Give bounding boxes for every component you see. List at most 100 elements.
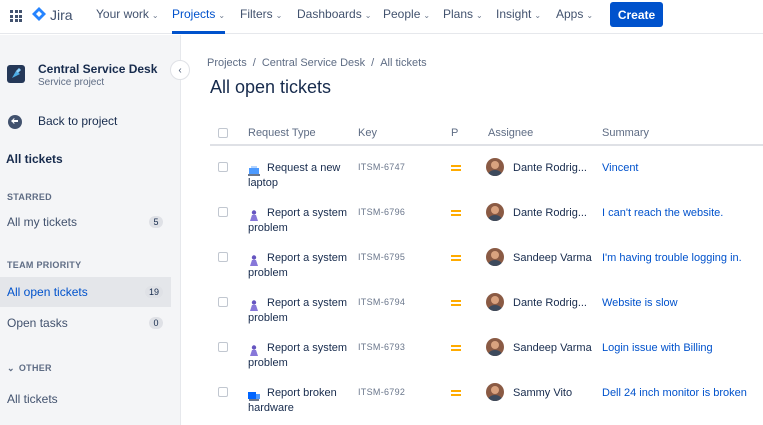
avatar <box>486 293 504 311</box>
row-checkbox[interactable] <box>218 252 228 262</box>
sidebar-item-label: All tickets <box>7 392 58 406</box>
assignee-name: Sandeep Varma <box>513 342 592 354</box>
summary-link[interactable]: Website is slow <box>602 297 678 309</box>
avatar <box>486 203 504 221</box>
assignee-name: Dante Rodrig... <box>513 297 587 309</box>
priority-medium-icon <box>451 345 461 351</box>
nav-label: Projects <box>172 7 216 21</box>
row-checkbox[interactable] <box>218 387 228 397</box>
sidebar-item-label: All my tickets <box>7 215 78 229</box>
column-request-type[interactable]: Request Type <box>248 127 316 139</box>
breadcrumb-projects[interactable]: Projects <box>207 57 247 69</box>
breadcrumb-separator: / <box>371 57 375 69</box>
avatar <box>486 248 504 266</box>
nav-projects[interactable]: Projects ⌄ <box>172 0 226 34</box>
count-badge: 19 <box>144 286 163 298</box>
column-priority[interactable]: P <box>451 127 458 139</box>
sidebar-item-open-tasks[interactable]: Open tasks 0 <box>0 308 171 338</box>
issue-key[interactable]: ITSM-6796 <box>358 207 405 217</box>
table-row[interactable]: Request a new laptop ITSM-6747 Dante Rod… <box>210 158 763 205</box>
nav-filters[interactable]: Filters ⌄ <box>240 0 282 34</box>
priority-medium-icon <box>451 210 461 216</box>
back-arrow-icon <box>8 115 22 129</box>
jira-logo-icon <box>32 7 46 21</box>
top-navigation: Jira Your work ⌄ Projects ⌄ Filters ⌄ Dashb… <box>0 0 763 34</box>
summary-link[interactable]: Dell 24 inch monitor is broken <box>602 387 747 399</box>
count-badge: 0 <box>149 317 163 329</box>
sidebar: Central Service Desk Service project Bac… <box>0 35 181 425</box>
row-checkbox[interactable] <box>218 342 228 352</box>
issue-key[interactable]: ITSM-6747 <box>358 162 405 172</box>
sidebar-item-all-tickets[interactable]: All tickets <box>0 384 171 414</box>
issue-key[interactable]: ITSM-6795 <box>358 252 405 262</box>
section-label: OTHER <box>18 363 52 373</box>
section-other[interactable]: ⌄ OTHER <box>7 363 52 374</box>
breadcrumb-project[interactable]: Central Service Desk <box>262 57 365 69</box>
chevron-down-icon: ⌄ <box>423 11 431 20</box>
table-row[interactable]: Report a system problem ITSM-6795 Sandee… <box>210 248 763 295</box>
logo-text: Jira <box>50 7 73 23</box>
nav-label: Apps <box>556 7 584 21</box>
nav-label: Plans <box>443 7 474 21</box>
priority-medium-icon <box>451 390 461 396</box>
issue-key[interactable]: ITSM-6794 <box>358 297 405 307</box>
sidebar-item-label: Open tasks <box>7 316 68 330</box>
chevron-down-icon: ⌄ <box>7 363 15 373</box>
nav-dashboards[interactable]: Dashboards ⌄ <box>297 0 371 34</box>
column-assignee[interactable]: Assignee <box>488 127 533 139</box>
nav-plans[interactable]: Plans ⌄ <box>443 0 483 34</box>
chevron-down-icon: ⌄ <box>586 11 594 20</box>
table-row[interactable]: Report a system problem ITSM-6796 Dante … <box>210 203 763 250</box>
nav-insight[interactable]: Insight ⌄ <box>496 0 541 34</box>
assignee-name: Dante Rodrig... <box>513 162 587 174</box>
row-checkbox[interactable] <box>218 207 228 217</box>
table-header: Request Type Key P Assignee Summary <box>210 120 763 146</box>
breadcrumb-current[interactable]: All tickets <box>380 57 426 69</box>
create-button[interactable]: Create <box>610 2 663 27</box>
table-row[interactable]: Report a system problem ITSM-6793 Sandee… <box>210 338 763 385</box>
avatar <box>486 383 504 401</box>
nav-people[interactable]: People ⌄ <box>383 0 430 34</box>
assignee-name: Sammy Vito <box>513 387 573 399</box>
chevron-down-icon: ⌄ <box>476 11 483 20</box>
chevron-down-icon: ⌄ <box>275 11 283 20</box>
chevron-left-icon: ‹ <box>178 64 182 76</box>
section-starred: STARRED <box>7 192 52 202</box>
column-summary[interactable]: Summary <box>602 127 649 139</box>
nav-label: Filters <box>240 7 273 21</box>
sidebar-item-label: All open tickets <box>7 285 88 299</box>
assignee-name: Sandeep Varma <box>513 252 592 264</box>
request-type: Report a system problem <box>248 252 348 279</box>
breadcrumb-separator: / <box>252 57 256 69</box>
issue-key[interactable]: ITSM-6792 <box>358 387 405 397</box>
project-type: Service project <box>38 77 105 88</box>
request-type: Report a system problem <box>248 207 348 234</box>
summary-link[interactable]: Login issue with Billing <box>602 342 713 354</box>
nav-apps[interactable]: Apps ⌄ <box>556 0 593 34</box>
select-all-checkbox[interactable] <box>218 128 228 138</box>
summary-link[interactable]: I can't reach the website. <box>602 207 723 219</box>
issue-key[interactable]: ITSM-6793 <box>358 342 405 352</box>
nav-your-work[interactable]: Your work ⌄ <box>96 0 159 34</box>
jira-logo[interactable]: Jira <box>32 7 73 23</box>
column-key[interactable]: Key <box>358 127 377 139</box>
project-avatar-icon <box>7 65 25 83</box>
row-checkbox[interactable] <box>218 162 228 172</box>
row-checkbox[interactable] <box>218 297 228 307</box>
collapse-sidebar-button[interactable]: ‹ <box>170 60 190 80</box>
chevron-down-icon: ⌄ <box>218 11 226 20</box>
table-row[interactable]: Report a system problem ITSM-6794 Dante … <box>210 293 763 340</box>
chevron-down-icon: ⌄ <box>364 11 372 20</box>
chevron-down-icon: ⌄ <box>151 11 159 20</box>
app-switcher-icon[interactable] <box>10 10 22 22</box>
back-to-project-link[interactable]: Back to project <box>38 114 117 128</box>
project-name[interactable]: Central Service Desk <box>38 62 157 76</box>
table-row[interactable]: Report broken hardware ITSM-6792 Sammy V… <box>210 383 763 425</box>
request-type: Report a system problem <box>248 297 348 324</box>
sidebar-item-all-open-tickets[interactable]: All open tickets 19 <box>0 277 171 307</box>
sidebar-item-all-my-tickets[interactable]: All my tickets 5 <box>0 207 171 237</box>
summary-link[interactable]: I'm having trouble logging in. <box>602 252 742 264</box>
summary-link[interactable]: Vincent <box>602 162 639 174</box>
priority-medium-icon <box>451 165 461 171</box>
section-team-priority: TEAM PRIORITY <box>7 260 82 270</box>
